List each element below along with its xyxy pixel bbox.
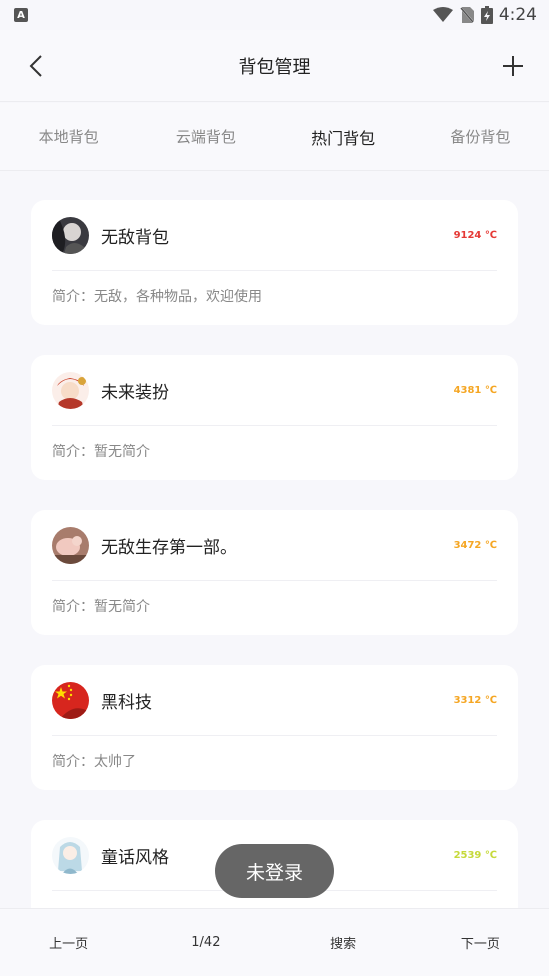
heat-value: 3312 ℃ — [453, 694, 497, 706]
page-title: 背包管理 — [238, 56, 311, 78]
heat-value: 4381 ℃ — [453, 384, 497, 396]
avatar — [52, 216, 89, 254]
plus-icon — [503, 56, 523, 76]
heat-value: 9124 ℃ — [453, 229, 497, 241]
notification-app-icon: A — [14, 8, 28, 22]
card-name: 无敌背包 — [101, 227, 169, 248]
card-description: 简介：无敌，各种物品，欢迎使用 — [52, 289, 262, 305]
next-page-button[interactable]: 下一页 — [412, 933, 549, 952]
prev-page-button[interactable]: 上一页 — [0, 933, 137, 952]
avatar — [52, 836, 89, 874]
no-sim-icon — [459, 6, 475, 24]
card-name: 未来装扮 — [101, 382, 169, 403]
list-item[interactable]: 未来装扮 4381 ℃ 简介：暂无简介 — [31, 355, 518, 480]
heat-value: 3472 ℃ — [453, 539, 497, 551]
card-description: 简介：暂无简介 — [52, 599, 150, 615]
header: 背包管理 — [0, 30, 549, 102]
card-name: 无敌生存第一部。 — [101, 537, 237, 558]
status-bar: A 4:24 — [0, 0, 549, 30]
tab-cloud[interactable]: 云端背包 — [137, 126, 274, 147]
list-item[interactable]: 无敌生存第一部。 3472 ℃ 简介：暂无简介 — [31, 510, 518, 635]
avatar — [52, 526, 89, 564]
search-button[interactable]: 搜索 — [275, 933, 412, 952]
status-time: 4:24 — [498, 5, 537, 25]
toast-message: 未登录 — [215, 844, 334, 898]
card-name: 黑科技 — [101, 692, 152, 713]
chevron-left-icon — [29, 55, 42, 77]
battery-charging-icon — [480, 6, 493, 24]
avatar — [52, 371, 89, 409]
card-description: 简介：暂无简介 — [52, 444, 150, 460]
back-button[interactable] — [24, 52, 52, 80]
avatar — [52, 681, 89, 719]
tab-bar: 本地背包 云端背包 热门背包 备份背包 — [0, 103, 549, 171]
list-item[interactable]: 无敌背包 9124 ℃ 简介：无敌，各种物品，欢迎使用 — [31, 200, 518, 325]
tab-local[interactable]: 本地背包 — [0, 126, 137, 147]
list-item[interactable]: 黑科技 3312 ℃ 简介：太帅了 — [31, 665, 518, 790]
tab-hot[interactable]: 热门背包 — [275, 125, 412, 149]
card-description: 简介：太帅了 — [52, 754, 136, 770]
pagination-bar: 上一页 1/42 搜索 下一页 — [0, 908, 549, 976]
add-button[interactable] — [499, 52, 527, 80]
tab-backup[interactable]: 备份背包 — [412, 126, 549, 147]
heat-value: 2539 ℃ — [453, 849, 497, 861]
wifi-icon — [432, 7, 453, 23]
page-indicator: 1/42 — [191, 935, 221, 950]
